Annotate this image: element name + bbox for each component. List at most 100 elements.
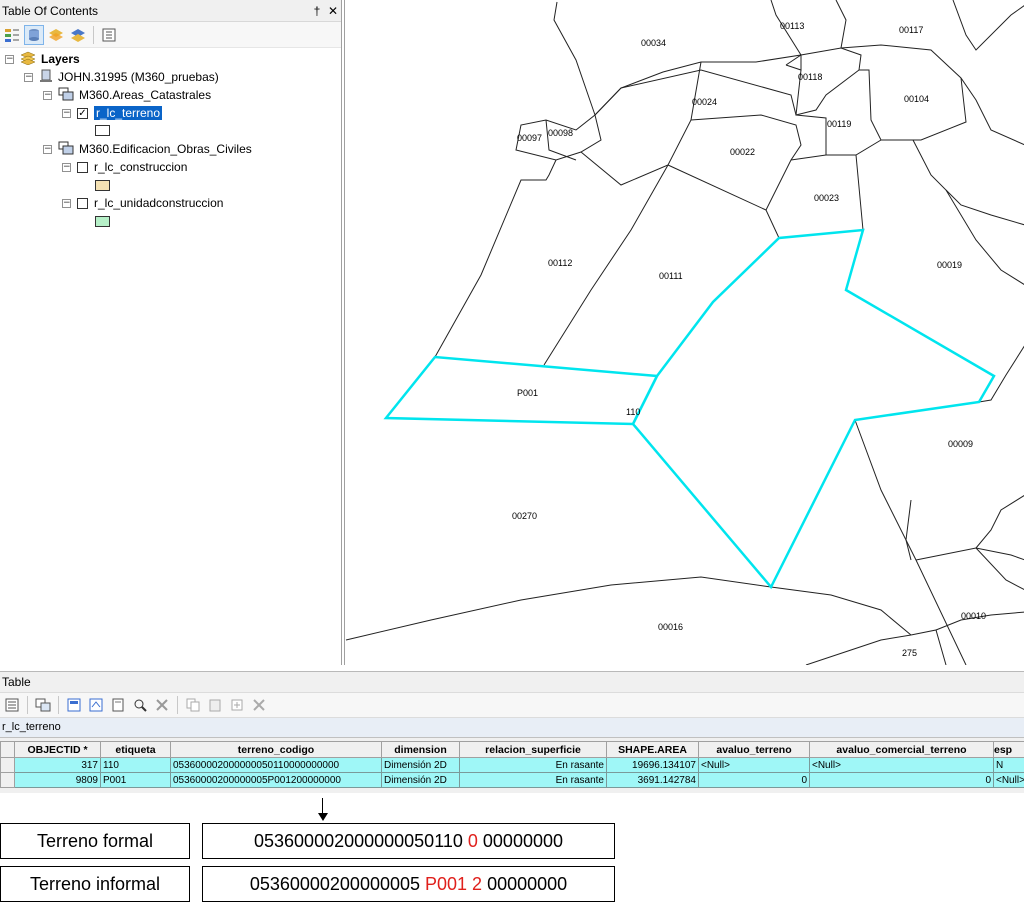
table-cell[interactable]: 053600002000000050110000000000: [170, 757, 382, 773]
parcel-label: 00097: [517, 133, 542, 143]
column-header[interactable]: avaluo_comercial_terreno: [809, 741, 994, 758]
collapse-icon[interactable]: −: [62, 198, 71, 208]
parcel-label: 00119: [827, 119, 851, 129]
select-by-attributes-icon[interactable]: [64, 695, 84, 715]
tree-item-group-edificacion[interactable]: − M360.Edificacion_Obras_Civiles: [43, 140, 252, 158]
zoom-to-selected-icon[interactable]: [130, 695, 150, 715]
list-by-visibility-icon[interactable]: [46, 25, 66, 45]
layer1-label[interactable]: r_lc_terreno: [92, 105, 164, 121]
formal-code-highlight: 0: [467, 830, 478, 851]
list-by-selection-icon[interactable]: [68, 25, 88, 45]
tree-item-group-areas-catastrales[interactable]: − M360.Areas_Catastrales: [43, 86, 211, 104]
list-by-drawing-order-icon[interactable]: [2, 25, 22, 45]
formal-code-part: 00000000: [477, 830, 563, 851]
layer-visibility-checkbox[interactable]: [77, 197, 88, 209]
group1-label: M360.Areas_Catastrales: [79, 88, 212, 102]
table-cell[interactable]: 3691.142784: [606, 772, 699, 788]
layer-visibility-checkbox[interactable]: [77, 161, 88, 173]
attribute-table-window: Table r_lc_terreno OBJECTID * etiqueta t…: [0, 671, 1024, 793]
tree-item-layers[interactable]: − Layers: [5, 50, 80, 68]
informal-label-box: Terreno informal: [0, 866, 190, 902]
table-cell[interactable]: <Null>: [698, 757, 810, 773]
table-cell[interactable]: 110: [100, 757, 171, 773]
table-cell[interactable]: 19696.134107: [606, 757, 699, 773]
collapse-icon[interactable]: −: [62, 162, 71, 172]
parcel-label: 00098: [548, 128, 573, 138]
table-cell[interactable]: 0: [698, 772, 810, 788]
parcel-label: 00113: [780, 21, 804, 31]
group-layer-icon: [58, 87, 74, 104]
informal-code-part: 00000000: [482, 873, 568, 894]
formal-label: Terreno formal: [36, 830, 154, 851]
toc-toolbar: [0, 22, 341, 48]
collapse-icon[interactable]: −: [43, 90, 52, 100]
tree-item-layer-terreno[interactable]: − ✓ r_lc_terreno: [62, 104, 164, 122]
collapse-icon[interactable]: −: [5, 54, 14, 64]
parcel-label: 00024: [692, 97, 717, 107]
column-header[interactable]: terreno_codigo: [170, 741, 382, 758]
row-selector[interactable]: [0, 772, 15, 788]
column-header[interactable]: etiqueta: [100, 741, 171, 758]
polygon-symbol-swatch[interactable]: [95, 180, 110, 191]
layer2-label[interactable]: r_lc_construccion: [94, 160, 187, 174]
switch-selection-icon[interactable]: [86, 695, 106, 715]
tree-item-data-frame[interactable]: − JOHN.31995 (M360_pruebas): [24, 68, 219, 86]
table-window-title: Table: [0, 672, 1024, 692]
collapse-icon[interactable]: −: [43, 144, 52, 154]
database-connection-icon: [39, 69, 53, 86]
column-header[interactable]: esp: [993, 741, 1024, 758]
row-selector[interactable]: [0, 757, 15, 773]
informal-code-box: 05360000200000005 P001 2 00000000: [202, 866, 615, 902]
map-view[interactable]: 00113 00117 00034 00118 00024 00104 0009…: [344, 0, 1024, 665]
map-canvas[interactable]: 00113 00117 00034 00118 00024 00104 0009…: [345, 0, 1024, 665]
table-cell[interactable]: En rasante: [459, 772, 607, 788]
remove-icon[interactable]: [249, 695, 269, 715]
close-icon[interactable]: ✕: [325, 4, 341, 18]
layer-visibility-checkbox[interactable]: ✓: [77, 107, 88, 119]
list-by-source-icon[interactable]: [24, 24, 44, 45]
polygon-symbol-swatch[interactable]: [95, 125, 110, 136]
pin-icon[interactable]: †: [309, 4, 325, 18]
column-header[interactable]: SHAPE.AREA: [606, 741, 699, 758]
group2-label: M360.Edificacion_Obras_Civiles: [79, 142, 252, 156]
add-field-icon[interactable]: [227, 695, 247, 715]
table-cell[interactable]: 9809: [14, 772, 101, 788]
parcel-label: 00022: [730, 147, 755, 157]
table-cell[interactable]: 317: [14, 757, 101, 773]
table-cell[interactable]: <Null>: [809, 757, 994, 773]
toolbar-separator: [93, 25, 94, 44]
paste-icon[interactable]: [205, 695, 225, 715]
table-cell[interactable]: Dimensión 2D: [381, 757, 460, 773]
row-selector-header[interactable]: [0, 741, 15, 758]
column-header[interactable]: avaluo_terreno: [698, 741, 810, 758]
tree-item-layer-construccion[interactable]: − r_lc_construccion: [62, 158, 187, 176]
table-cell[interactable]: 0: [809, 772, 994, 788]
table-row[interactable]: 9809 P001 05360000200000005P001200000000…: [0, 772, 1024, 788]
table-row[interactable]: 317 110 053600002000000050110000000000 D…: [0, 757, 1024, 773]
table-tab[interactable]: r_lc_terreno: [0, 718, 1024, 738]
copy-icon[interactable]: [183, 695, 203, 715]
options-icon[interactable]: [99, 25, 119, 45]
table-options-icon[interactable]: [2, 695, 22, 715]
delete-selected-icon[interactable]: [152, 695, 172, 715]
tree-item-layer-unidadconstruccion[interactable]: − r_lc_unidadconstruccion: [62, 194, 223, 212]
formal-code-part: 053600002000000050110: [254, 830, 468, 851]
collapse-icon[interactable]: −: [62, 108, 71, 118]
parcel-label: 00117: [899, 25, 923, 35]
related-tables-icon[interactable]: [33, 695, 53, 715]
data-frame-label: JOHN.31995 (M360_pruebas): [58, 70, 219, 84]
layer3-label[interactable]: r_lc_unidadconstruccion: [94, 196, 223, 210]
column-header[interactable]: OBJECTID *: [14, 741, 101, 758]
clear-selection-icon[interactable]: [108, 695, 128, 715]
table-cell[interactable]: En rasante: [459, 757, 607, 773]
polygon-symbol-swatch[interactable]: [95, 216, 110, 227]
table-cell[interactable]: Dimensión 2D: [381, 772, 460, 788]
column-header[interactable]: relacion_superficie: [459, 741, 607, 758]
table-cell[interactable]: 05360000200000005P001200000000: [170, 772, 382, 788]
column-header[interactable]: dimension: [381, 741, 460, 758]
toc-titlebar: Table Of Contents † ✕: [0, 0, 341, 22]
table-cell[interactable]: <Null>: [993, 772, 1024, 788]
table-cell[interactable]: N: [993, 757, 1024, 773]
collapse-icon[interactable]: −: [24, 72, 33, 82]
table-cell[interactable]: P001: [100, 772, 171, 788]
